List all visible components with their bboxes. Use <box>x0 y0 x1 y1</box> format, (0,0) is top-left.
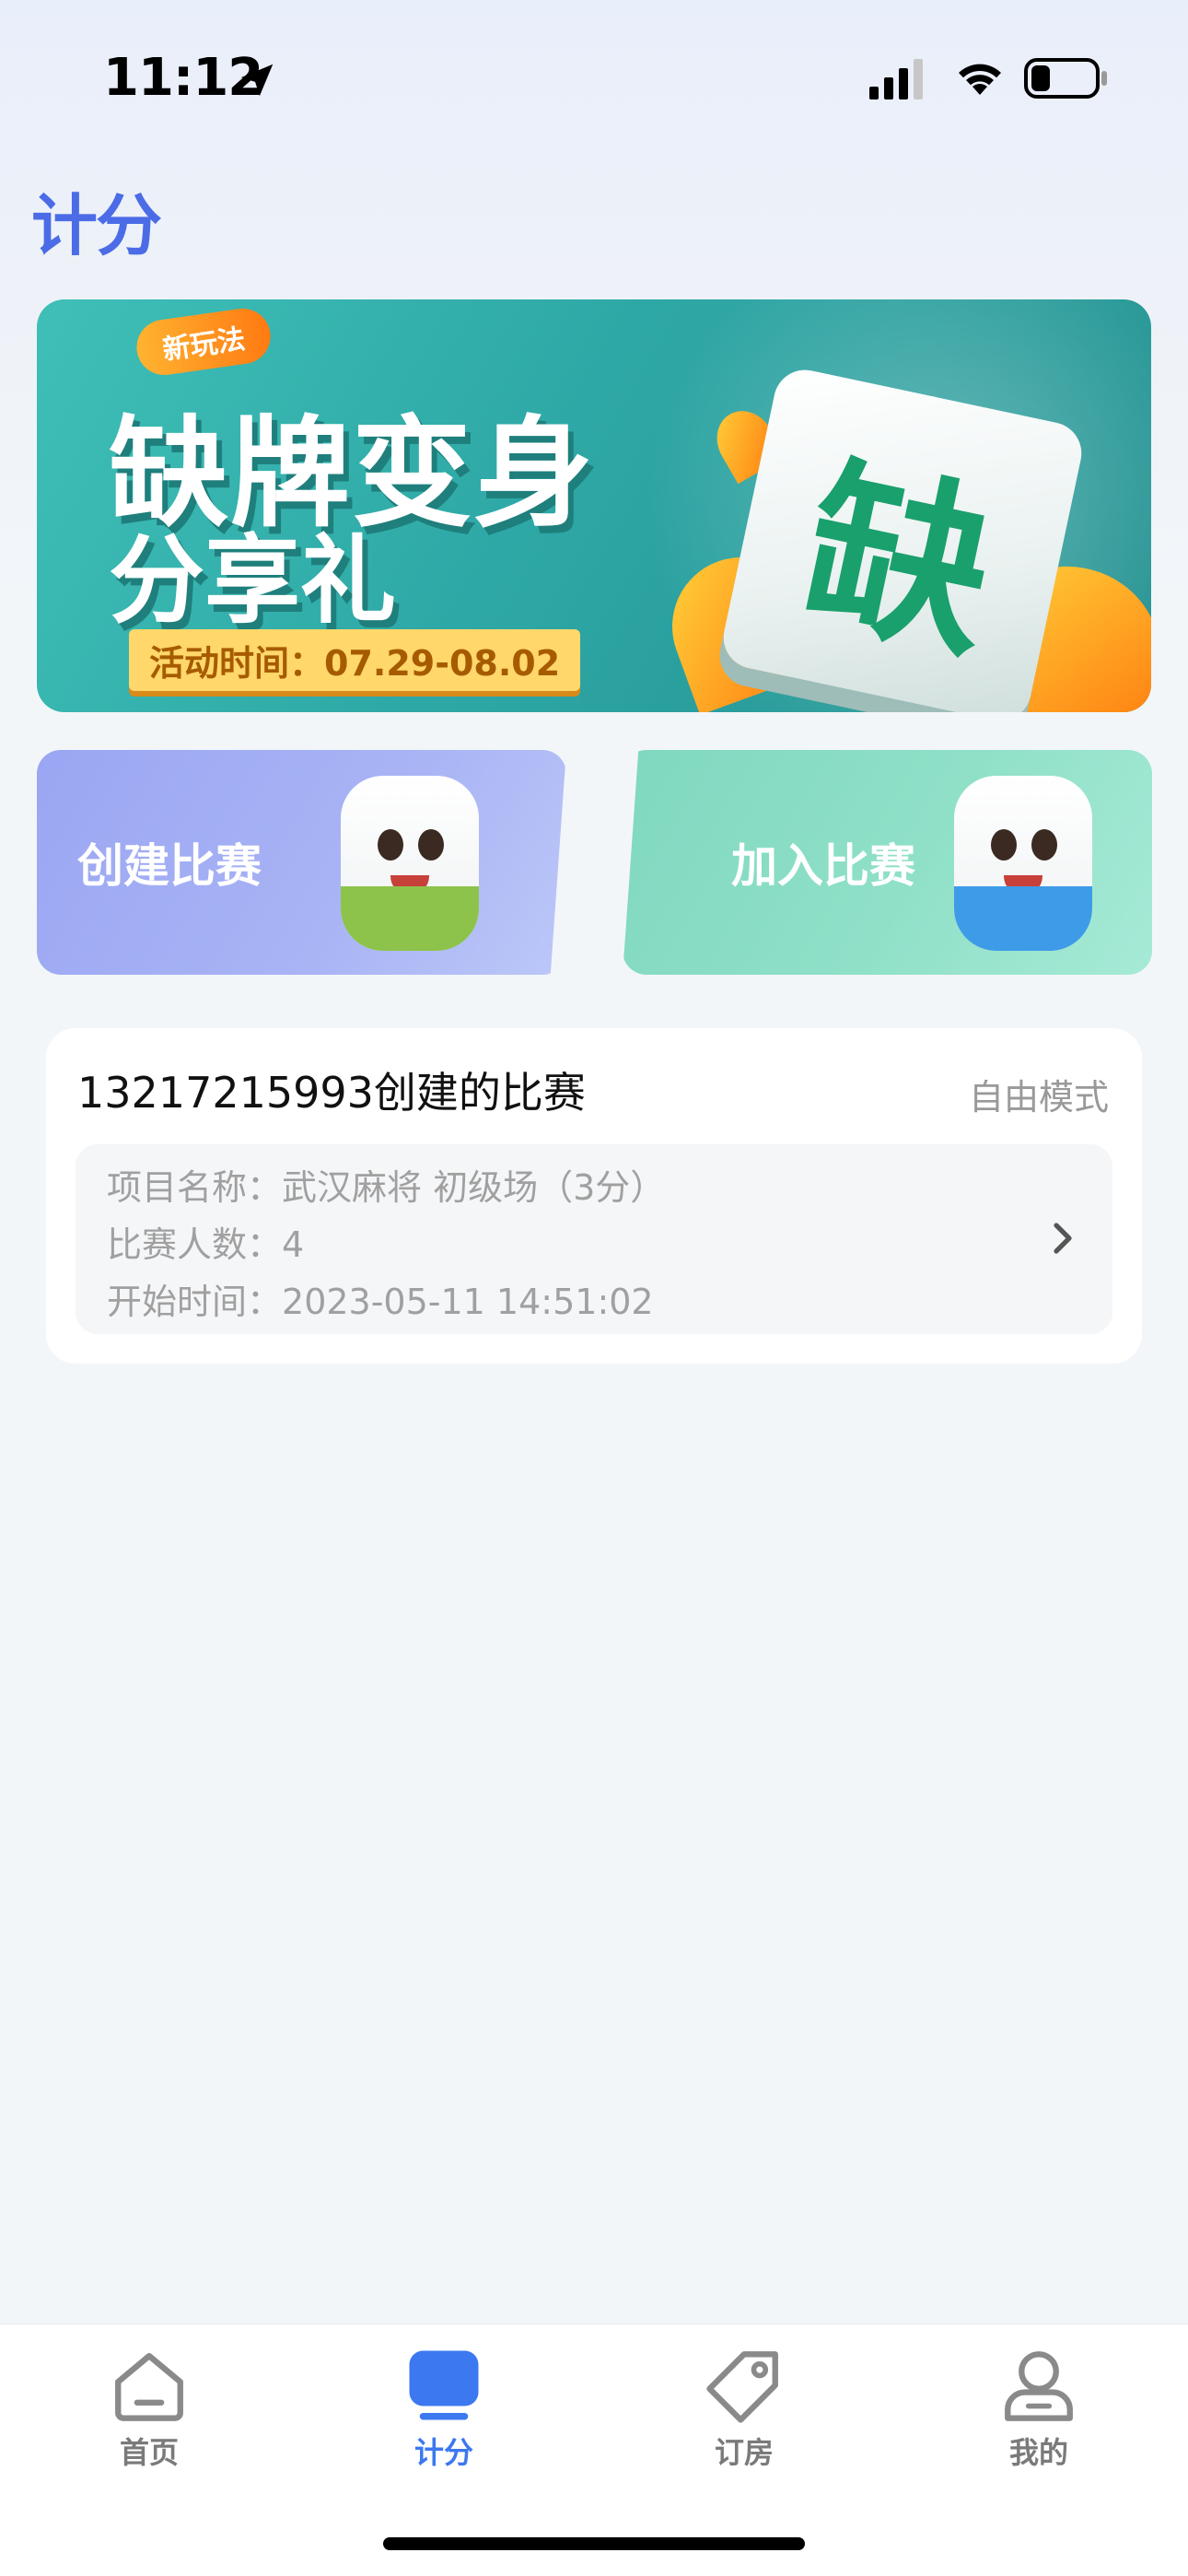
tab-me-label: 我的 <box>1008 2435 1068 2470</box>
create-match-label: 创建比赛 <box>77 839 262 893</box>
info-value: 4 <box>282 1224 305 1265</box>
banner-date: 活动时间：07.29-08.02 <box>129 629 581 691</box>
promo-banner[interactable]: 缺 新玩法 缺牌变身 分享礼 活动时间：07.29-08.02 <box>37 299 1151 712</box>
app-logo: 计分 <box>31 187 162 264</box>
info-value: 武汉麻将 初级场（3分） <box>282 1167 666 1208</box>
banner-subtitle: 分享礼 <box>109 524 397 637</box>
match-mode: 自由模式 <box>968 1077 1109 1118</box>
score-icon <box>409 2350 479 2420</box>
mascot-overall <box>341 886 479 951</box>
mascot-illustration <box>341 776 479 951</box>
home-icon <box>115 2352 183 2421</box>
match-card[interactable]: 13217215993创建的比赛 自由模式 项目名称：武汉麻将 初级场（3分） … <box>46 1028 1142 1364</box>
battery-icon <box>1024 58 1107 99</box>
info-value: 2023-05-11 14:51:02 <box>282 1282 654 1322</box>
tab-score-label: 计分 <box>413 2435 473 2470</box>
status-bar: 11:12 <box>0 0 1188 157</box>
home-indicator[interactable] <box>383 2537 805 2550</box>
info-key: 比赛人数： <box>107 1224 283 1265</box>
mascot-eye <box>378 829 403 861</box>
join-match-button[interactable]: 加入比赛 <box>623 750 1152 975</box>
tab-booking[interactable]: 订房 <box>670 2347 818 2485</box>
start-time-row: 开始时间：2023-05-11 14:51:02 <box>107 1273 654 1324</box>
info-key: 开始时间： <box>107 1282 283 1322</box>
player-count-row: 比赛人数：4 <box>107 1216 304 1267</box>
mascot-eye <box>991 829 1017 861</box>
mascot-illustration <box>954 776 1092 951</box>
match-info-panel[interactable]: 项目名称：武汉麻将 初级场（3分） 比赛人数：4 开始时间：2023-05-11… <box>76 1144 1112 1334</box>
mascot-eye <box>418 829 444 861</box>
tab-home[interactable]: 首页 <box>76 2347 223 2485</box>
mahjong-tile-char: 缺 <box>786 438 1012 686</box>
tab-home-label: 首页 <box>119 2435 179 2470</box>
info-key: 项目名称： <box>107 1167 283 1208</box>
tag-icon <box>706 2351 778 2423</box>
mascot-overall <box>954 886 1092 951</box>
join-match-label: 加入比赛 <box>731 839 915 893</box>
new-play-badge: 新玩法 <box>133 305 274 379</box>
project-name-row: 项目名称：武汉麻将 初级场（3分） <box>107 1159 665 1210</box>
wifi-icon <box>959 64 1001 95</box>
match-title: 13217215993创建的比赛 <box>77 1068 586 1118</box>
tab-booking-label: 订房 <box>714 2435 774 2470</box>
tab-me[interactable]: 我的 <box>965 2347 1112 2485</box>
location-arrow-icon <box>240 64 274 97</box>
mascot-eye <box>1031 829 1057 861</box>
cellular-signal-icon <box>869 59 923 100</box>
create-match-button[interactable]: 创建比赛 <box>37 750 566 975</box>
chevron-right-icon <box>1054 1223 1072 1254</box>
tab-score[interactable]: 计分 <box>370 2347 518 2485</box>
profile-icon <box>1005 2351 1073 2421</box>
